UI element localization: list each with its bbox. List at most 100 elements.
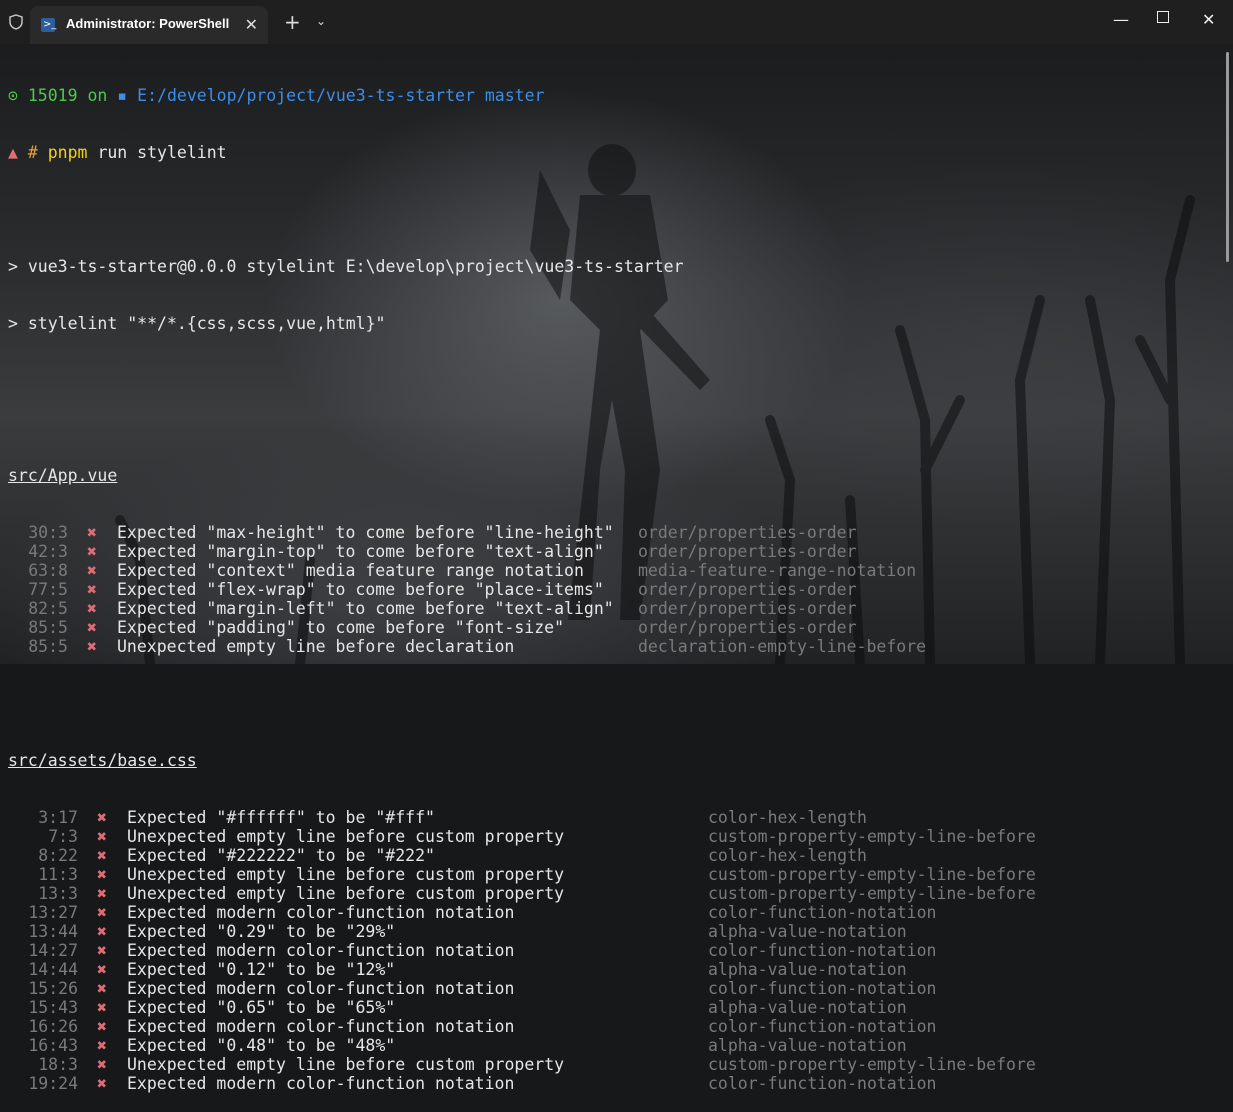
file-path: src/App.vue [8,466,118,485]
lint-result-row: 19:24 ✖ Expected modern color-function not… [8,1074,936,1093]
lint-result-row: 77:5 ✖ Expected "flex-wrap" to come before… [8,580,856,599]
lint-result-row: 13:27 ✖ Expected modern color-function not… [8,903,936,922]
lint-position: 16:43 [28,1036,78,1055]
lint-result-row: 16:43 ✖ Expected "0.48" to be "48%" alpha-v… [8,1036,906,1055]
error-icon: ✖ [97,960,107,979]
lint-result-row: 3:17 ✖ Expected "#ffffff" to be "#fff" colo… [8,808,867,827]
lint-position: 11:3 [38,865,78,884]
error-icon: ✖ [97,941,107,960]
error-icon: ✖ [87,580,97,599]
lint-message: Expected "0.12" to be "12%" [127,960,396,979]
lint-position: 13:27 [28,903,78,922]
lint-message: Unexpected empty line before custom prop… [127,865,565,884]
prompt-path: E:/develop/project/vue3-ts-starter [137,86,475,105]
lint-position: 14:44 [28,960,78,979]
lint-result-row: 7:3 ✖ Unexpected empty line before custom … [8,827,1036,846]
lint-result-row: 15:43 ✖ Expected "0.65" to be "65%" alpha-v… [8,998,906,1017]
output-line-1: > vue3-ts-starter@0.0.0 stylelint E:\dev… [8,257,684,276]
lint-rule: order/properties-order [638,618,857,637]
new-tab-button[interactable]: + [284,10,301,34]
lint-position: 19:24 [28,1074,78,1093]
error-icon: ✖ [87,561,97,580]
scrollbar-thumb[interactable] [1226,52,1229,262]
lint-rule: color-function-notation [708,941,937,960]
lint-rule: alpha-value-notation [708,1036,907,1055]
lint-result-row: 13:3 ✖ Unexpected empty line before custom… [8,884,1036,903]
lint-result-row: 85:5 ✖ Expected "padding" to come before "… [8,618,856,637]
minimize-button[interactable]: — [1113,10,1129,29]
lint-rule: color-function-notation [708,979,937,998]
lint-rule: custom-property-empty-line-before [708,884,1036,903]
lint-rule: declaration-empty-line-before [638,637,927,656]
lint-position: 7:3 [48,827,78,846]
lint-rule: custom-property-empty-line-before [708,1055,1036,1074]
lint-position: 85:5 [28,618,68,637]
lint-message: Expected "padding" to come before "font-… [117,618,565,637]
command-line: ▲ # pnpm run stylelint [8,143,684,162]
error-icon: ✖ [97,846,107,865]
lint-rule: custom-property-empty-line-before [708,865,1036,884]
prompt-line: ⊙ 15019 on ▪ E:/develop/project/vue3-ts-… [8,86,684,105]
prompt-triangle-icon: ▲ [8,143,18,162]
tab-title: Administrator: PowerShell [66,16,230,31]
lint-message: Unexpected empty line before custom prop… [127,827,565,846]
lint-result-row: 15:26 ✖ Expected modern color-function not… [8,979,936,998]
lint-message: Expected modern color-function notation [127,1074,515,1093]
error-icon: ✖ [87,542,97,561]
lint-result-row: 8:22 ✖ Expected "#222222" to be "#222" colo… [8,846,867,865]
lint-position: 15:43 [28,998,78,1017]
command-pnpm: pnpm [47,143,88,162]
lint-position: 8:22 [38,846,78,865]
lint-rule: color-function-notation [708,1074,937,1093]
error-icon: ✖ [97,979,107,998]
tab-close-button[interactable]: ✕ [245,15,258,34]
prompt-on: on [87,86,108,105]
title-bar: >_ Administrator: PowerShell ✕ + ⌄ — ✕ [0,0,1233,44]
lint-message: Expected modern color-function notation [127,941,515,960]
error-icon: ✖ [87,618,97,637]
terminal-output[interactable]: ⊙ 15019 on ▪ E:/develop/project/vue3-ts-… [8,48,1036,1112]
lint-rule: order/properties-order [638,523,857,542]
lint-rule: color-hex-length [708,808,867,827]
lint-position: 13:44 [28,922,78,941]
lint-message: Unexpected empty line before custom prop… [127,1055,565,1074]
error-icon: ✖ [97,1055,107,1074]
file-path: src/assets/base.css [8,751,197,770]
lint-result-row: 18:3 ✖ Unexpected empty line before custom… [8,1055,1036,1074]
lint-result-row: 85:5 ✖ Unexpected empty line before declar… [8,637,926,656]
prompt-number: 15019 [27,86,78,105]
lint-rule: order/properties-order [638,580,857,599]
lint-position: 82:5 [28,599,68,618]
error-icon: ✖ [97,1017,107,1036]
prompt-hash: # [27,143,38,162]
lint-rule: alpha-value-notation [708,922,907,941]
lint-message: Expected "margin-top" to come before "te… [117,542,604,561]
lint-rule: order/properties-order [638,599,857,618]
lint-position: 85:5 [28,637,68,656]
error-icon: ✖ [97,884,107,903]
lint-results-app-vue: 30:3 ✖ Expected "max-height" to come befor… [8,523,926,656]
clock-icon: ⊙ [8,86,18,105]
lint-result-row: 13:44 ✖ Expected "0.29" to be "29%" alpha-v… [8,922,906,941]
close-window-button[interactable]: ✕ [1202,10,1215,29]
lint-position: 14:27 [28,941,78,960]
maximize-button[interactable] [1157,11,1169,23]
tab-dropdown-button[interactable]: ⌄ [316,14,326,28]
lint-message: Expected "0.29" to be "29%" [127,922,396,941]
error-icon: ✖ [97,998,107,1017]
lint-position: 18:3 [38,1055,78,1074]
error-icon: ✖ [97,903,107,922]
error-icon: ✖ [97,922,107,941]
lint-result-row: 42:3 ✖ Expected "margin-top" to come befor… [8,542,856,561]
error-icon: ✖ [97,1074,107,1093]
lint-message: Expected modern color-function notation [127,979,515,998]
file-header-base-css: src/assets/base.css [8,751,684,770]
lint-message: Expected modern color-function notation [127,1017,515,1036]
tab-powershell[interactable]: >_ Administrator: PowerShell ✕ [30,6,268,44]
lint-result-row: 30:3 ✖ Expected "max-height" to come befor… [8,523,856,542]
lint-message: Unexpected empty line before custom prop… [127,884,565,903]
powershell-icon: >_ [41,18,57,32]
lint-position: 77:5 [28,580,68,599]
lint-rule: color-function-notation [708,1017,937,1036]
lint-position: 16:26 [28,1017,78,1036]
